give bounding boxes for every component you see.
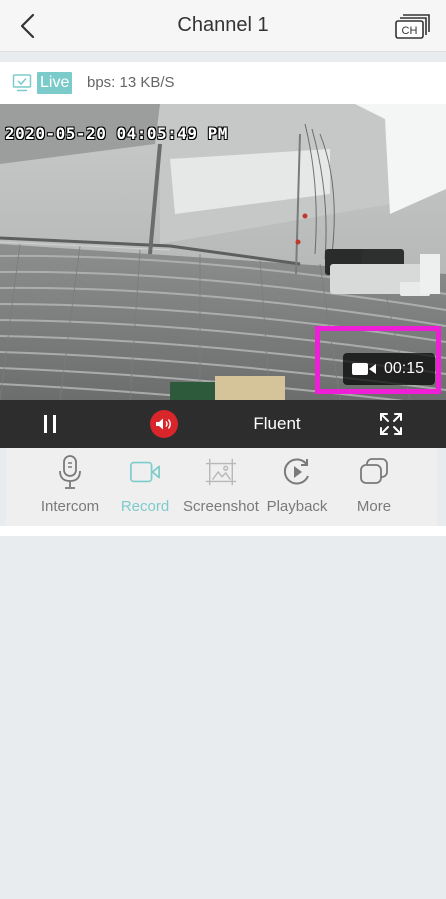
intercom-button[interactable]: Intercom bbox=[30, 448, 110, 526]
monitor-check-icon bbox=[12, 74, 32, 92]
live-status-bar: Live bps: 13 KB/S bbox=[0, 62, 446, 104]
image-icon bbox=[205, 458, 237, 486]
video-camera-icon bbox=[352, 363, 376, 375]
intercom-label: Intercom bbox=[40, 498, 100, 515]
video-view[interactable]: 2020-05-20 04:05:49 PM 00:15 bbox=[0, 104, 446, 400]
quality-selector[interactable]: Fluent bbox=[244, 414, 310, 434]
live-badge: Live bbox=[37, 72, 73, 94]
playback-button[interactable]: Playback bbox=[257, 448, 337, 526]
audio-toggle-button[interactable] bbox=[150, 410, 178, 438]
channel-switch-button[interactable]: CH bbox=[394, 10, 432, 42]
record-button[interactable]: Record bbox=[105, 448, 185, 526]
panel-footer-strip bbox=[0, 526, 446, 536]
player-control-bar: Fluent bbox=[0, 400, 446, 448]
pause-button[interactable] bbox=[36, 411, 64, 437]
microphone-icon bbox=[59, 455, 81, 489]
video-timestamp: 2020-05-20 04:05:49 PM bbox=[5, 124, 228, 143]
speaker-icon bbox=[156, 418, 171, 430]
recording-timer: 00:15 bbox=[343, 353, 435, 385]
playback-label: Playback bbox=[266, 498, 328, 515]
more-icon bbox=[360, 458, 388, 484]
record-label: Record bbox=[120, 498, 170, 515]
pause-icon bbox=[44, 415, 56, 433]
tool-bar: Intercom Record Screenshot Playback More bbox=[6, 448, 437, 526]
channel-button-label: CH bbox=[402, 25, 418, 37]
screenshot-button[interactable]: Screenshot bbox=[181, 448, 261, 526]
more-label: More bbox=[356, 498, 392, 515]
playback-icon bbox=[283, 458, 309, 485]
bitrate-text: bps: 13 KB/S bbox=[87, 74, 175, 91]
recording-time: 00:15 bbox=[384, 360, 425, 377]
more-button[interactable]: More bbox=[334, 448, 414, 526]
fullscreen-icon bbox=[380, 413, 402, 435]
fullscreen-button[interactable] bbox=[378, 411, 404, 437]
video-camera-icon bbox=[130, 461, 160, 483]
nav-header: Channel 1 CH bbox=[0, 0, 446, 52]
page-title: Channel 1 bbox=[177, 14, 269, 36]
screenshot-label: Screenshot bbox=[183, 498, 259, 515]
channel-icon: CH bbox=[395, 14, 430, 39]
